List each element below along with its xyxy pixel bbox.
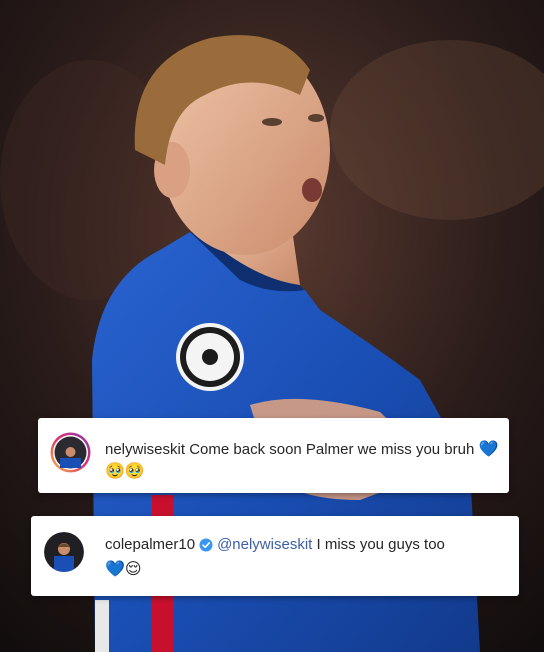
blue-heart-relieved-emoji: 💙😌 <box>105 559 142 578</box>
verified-badge-icon <box>199 537 213 558</box>
avatar[interactable] <box>50 432 91 473</box>
comment-text: colepalmer10 @nelywiseskit I miss you guy… <box>105 534 510 580</box>
pleading-face-emoji: 🥹🥹 <box>105 461 145 480</box>
mention-link[interactable]: @nelywiseskit <box>217 536 312 553</box>
comment-body: Come back soon Palmer we miss you bruh <box>189 441 475 458</box>
comment-text: nelywiseskit Come back soon Palmer we mi… <box>105 438 505 482</box>
comment-body: I miss you guys too <box>316 536 445 553</box>
blue-heart-emoji: 💙 <box>478 439 499 458</box>
avatar[interactable] <box>44 532 84 572</box>
comment-card-1: nelywiseskit Come back soon Palmer we mi… <box>38 418 509 493</box>
comment-username[interactable]: nelywiseskit <box>105 441 185 458</box>
comment-card-2: colepalmer10 @nelywiseskit I miss you guy… <box>31 516 519 596</box>
comment-username[interactable]: colepalmer10 <box>105 536 195 553</box>
